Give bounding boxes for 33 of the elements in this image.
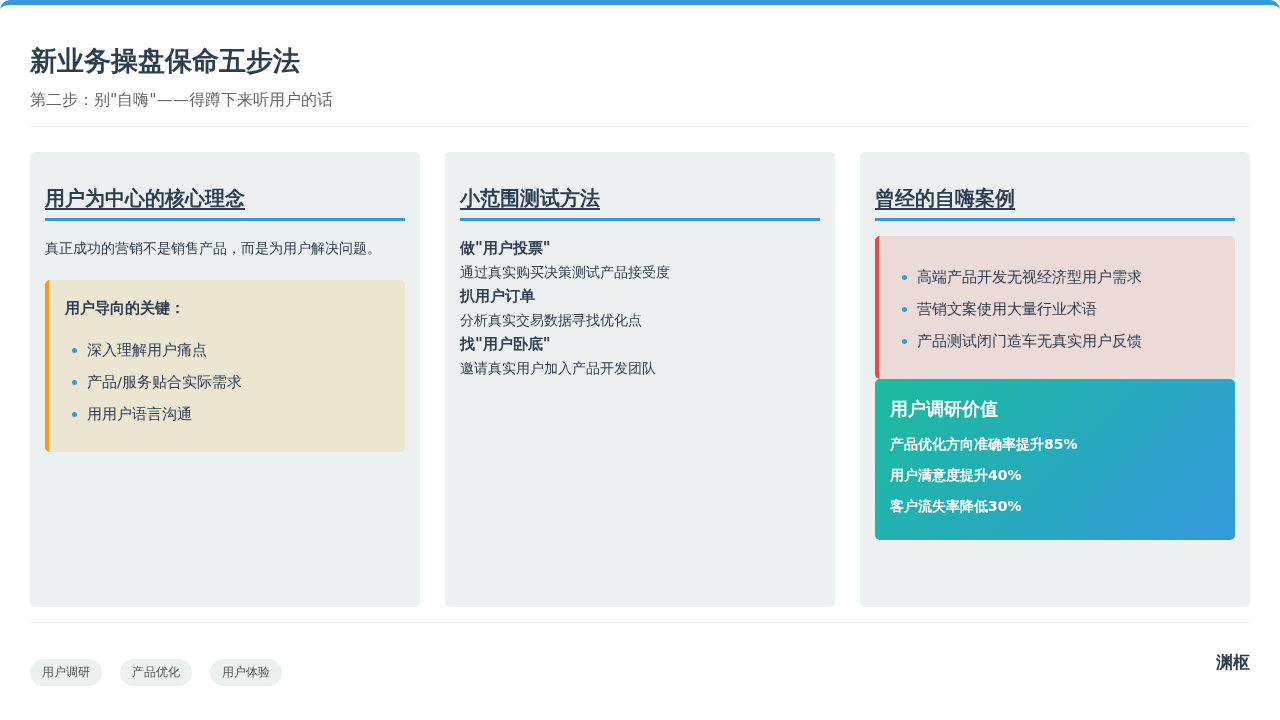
list-item: 产品测试闭门造车无真实用户反馈 — [917, 332, 1142, 351]
page-subtitle: 第二步：别"自嗨"——得蹲下来听用户的话 — [30, 89, 334, 111]
brand-name: 渊枢 — [1216, 651, 1250, 674]
step-description: 邀请真实用户加入产品开发团队 — [460, 359, 657, 378]
page-title: 新业务操盘保命五步法 — [30, 44, 301, 78]
tag: 产品优化 — [120, 659, 192, 686]
tag: 用户体验 — [210, 659, 282, 686]
step-description: 分析真实交易数据寻找优化点 — [460, 311, 643, 330]
metric-text: 客户流失率降低30% — [890, 497, 1023, 516]
step-title: 扒用户订单 — [460, 286, 536, 307]
card-heading: 用户为中心的核心理念 — [45, 186, 245, 210]
metrics-title: 用户调研价值 — [890, 397, 999, 421]
list-item: 营销文案使用大量行业术语 — [917, 300, 1097, 319]
list-item: 用用户语言沟通 — [87, 405, 192, 424]
step-title: 做"用户投票" — [460, 238, 552, 259]
callout-title: 用户导向的关键： — [65, 298, 186, 319]
bullet-icon — [72, 347, 77, 353]
list-item: 深入理解用户痛点 — [87, 341, 207, 360]
metric-text: 用户满意度提升40% — [890, 466, 1023, 485]
bullet-icon — [902, 274, 907, 280]
step-title: 找"用户卧底" — [460, 334, 552, 355]
body-text: 真正成功的营销不是销售产品，而是为用户解决问题。 — [45, 239, 382, 258]
card-heading: 小范围测试方法 — [460, 186, 600, 210]
card-heading: 曾经的自嗨案例 — [875, 186, 1015, 210]
list-item: 产品/服务贴合实际需求 — [87, 373, 242, 392]
step-description: 通过真实购买决策测试产品接受度 — [460, 263, 671, 282]
bullet-icon — [72, 411, 77, 417]
list-item: 高端产品开发无视经济型用户需求 — [917, 268, 1142, 287]
tag: 用户调研 — [30, 659, 102, 686]
metric-text: 产品优化方向准确率提升85% — [890, 435, 1079, 454]
bullet-icon — [72, 379, 77, 385]
bullet-icon — [902, 306, 907, 312]
bullet-icon — [902, 338, 907, 344]
